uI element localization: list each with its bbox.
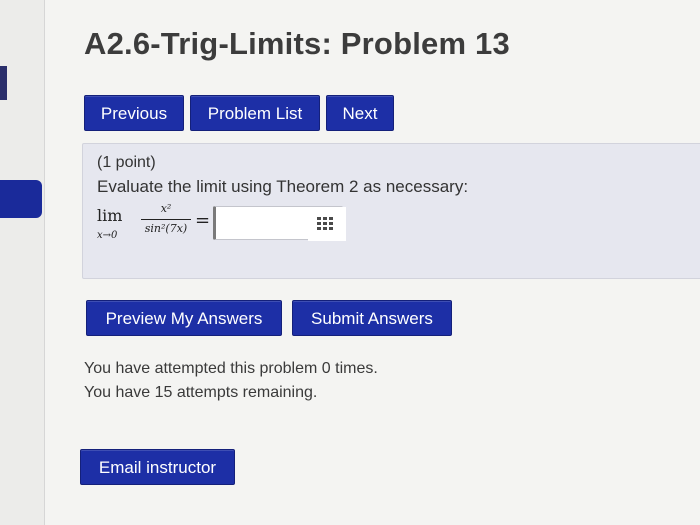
numerator: x² xyxy=(160,202,172,215)
equals-sign: = xyxy=(195,210,211,231)
next-button[interactable]: Next xyxy=(326,95,394,131)
limit-subscript: x→0 xyxy=(97,230,118,241)
left-sidebar xyxy=(0,0,45,525)
fraction: x² sin²(7x) xyxy=(141,202,191,235)
problem-panel: (1 point) Evaluate the limit using Theor… xyxy=(82,143,700,279)
email-instructor-button[interactable]: Email instructor xyxy=(80,449,235,485)
problem-prompt: Evaluate the limit using Theorem 2 as ne… xyxy=(97,177,469,196)
page-title: A2.6-Trig-Limits: Problem 13 xyxy=(84,26,510,61)
problem-list-button[interactable]: Problem List xyxy=(190,95,320,131)
answer-input[interactable] xyxy=(213,206,346,241)
lim-operator: lim xyxy=(97,206,123,225)
grid-icon[interactable] xyxy=(308,207,346,241)
preview-answers-button[interactable]: Preview My Answers xyxy=(86,300,282,336)
sidebar-marker xyxy=(0,66,7,100)
points-label: (1 point) xyxy=(97,154,156,171)
fraction-bar xyxy=(141,219,191,220)
previous-button[interactable]: Previous xyxy=(84,95,184,131)
sidebar-tab[interactable] xyxy=(0,180,42,218)
attempts-remaining-text: You have 15 attempts remaining. xyxy=(84,384,318,401)
submit-answers-button[interactable]: Submit Answers xyxy=(292,300,452,336)
denominator: sin²(7x) xyxy=(144,222,188,235)
attempts-made-text: You have attempted this problem 0 times. xyxy=(84,360,378,377)
